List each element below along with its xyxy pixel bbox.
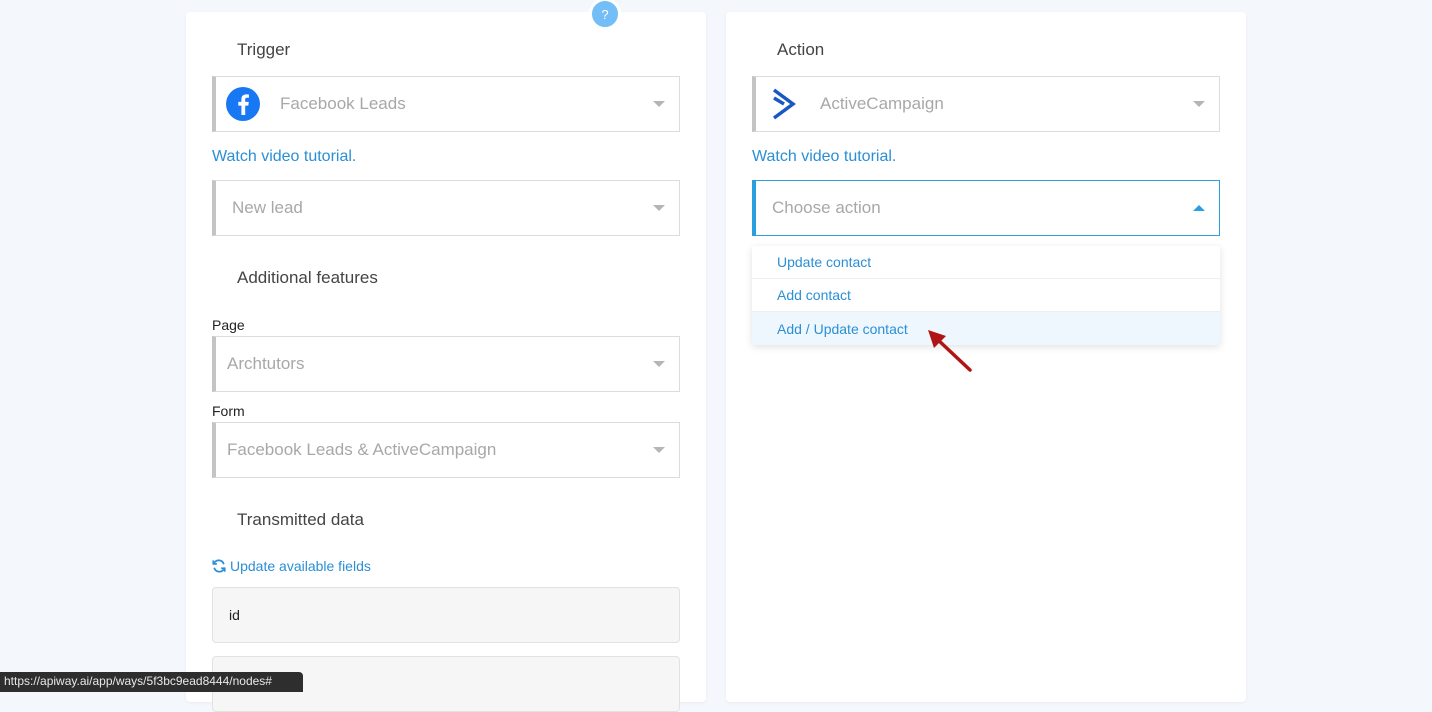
form-value: Facebook Leads & ActiveCampaign <box>227 440 497 459</box>
status-bar-url: https://apiway.ai/app/ways/5f3bc9ead8444… <box>0 672 303 692</box>
chevron-down-icon <box>1193 101 1205 107</box>
trigger-title: Trigger <box>237 40 291 59</box>
activecampaign-icon <box>770 87 796 121</box>
action-tutorial-link[interactable]: Watch video tutorial. <box>752 148 896 166</box>
action-app-value: ActiveCampaign <box>820 94 944 113</box>
page-label: Page <box>212 317 245 333</box>
trigger-app-value: Facebook Leads <box>280 94 406 113</box>
red-arrow-icon <box>928 330 972 372</box>
action-options-dropdown: Update contact Add contact Add / Update … <box>752 246 1220 345</box>
chevron-down-icon <box>653 447 665 453</box>
page-select[interactable]: Archtutors <box>212 336 680 392</box>
update-fields-link[interactable]: Update available fields <box>212 558 371 574</box>
update-fields-label: Update available fields <box>230 558 371 574</box>
chevron-down-icon <box>653 101 665 107</box>
action-panel: Action ActiveCampaign Watch video tutori… <box>726 12 1246 702</box>
form-select[interactable]: Facebook Leads & ActiveCampaign <box>212 422 680 478</box>
trigger-event-select[interactable]: New lead <box>212 180 680 236</box>
action-app-select[interactable]: ActiveCampaign <box>752 76 1220 132</box>
option-update-contact[interactable]: Update contact <box>752 246 1220 279</box>
choose-action-placeholder: Choose action <box>772 198 881 217</box>
page-value: Archtutors <box>227 354 305 373</box>
trigger-event-value: New lead <box>232 198 303 217</box>
choose-action-select[interactable]: Choose action <box>752 180 1220 236</box>
action-title: Action <box>777 40 825 59</box>
trigger-panel: Trigger Facebook Leads Watch video tutor… <box>186 12 706 712</box>
chevron-up-icon <box>1193 205 1205 211</box>
data-field-id: id <box>212 587 680 643</box>
option-add-update-contact[interactable]: Add / Update contact <box>752 312 1220 345</box>
additional-features-title: Additional features <box>237 268 378 287</box>
trigger-app-select[interactable]: Facebook Leads <box>212 76 680 132</box>
option-add-contact[interactable]: Add contact <box>752 279 1220 312</box>
trigger-tutorial-link[interactable]: Watch video tutorial. <box>212 148 356 166</box>
chevron-down-icon <box>653 205 665 211</box>
transmitted-data-title: Transmitted data <box>237 510 364 529</box>
refresh-icon <box>212 559 226 573</box>
form-label: Form <box>212 403 245 419</box>
facebook-icon <box>226 87 260 121</box>
chevron-down-icon <box>653 361 665 367</box>
